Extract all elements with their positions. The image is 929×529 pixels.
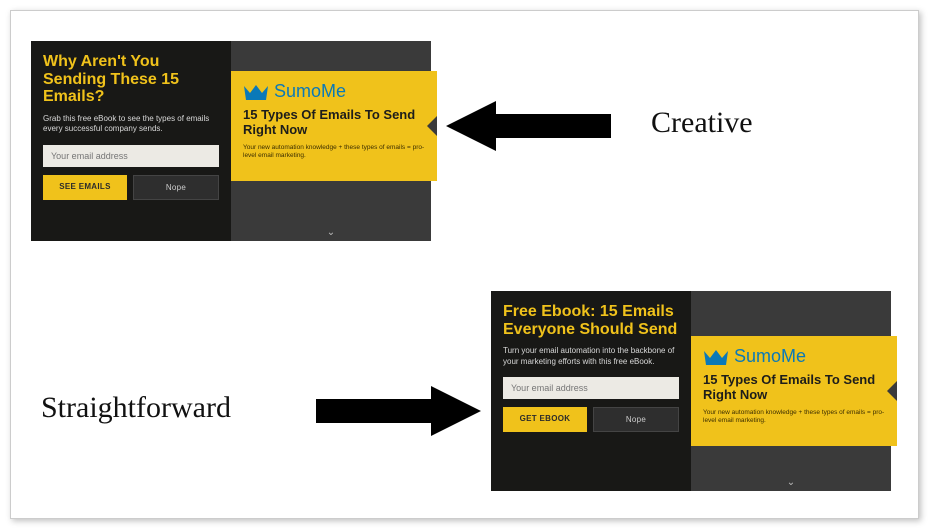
popup-creative: Why Aren't You Sending These 15 Emails? … — [31, 41, 431, 241]
subtext: Grab this free eBook to see the types of… — [43, 114, 219, 135]
popup-right-panel: SumoMe 15 Types Of Emails To Send Right … — [231, 41, 431, 241]
ribbon-title: 15 Types Of Emails To Send Right Now — [703, 373, 885, 403]
ribbon: SumoMe 15 Types Of Emails To Send Right … — [691, 336, 897, 446]
ribbon-sub: Your new automation knowledge + these ty… — [703, 409, 885, 426]
ribbon: SumoMe 15 Types Of Emails To Send Right … — [231, 71, 437, 181]
logo: SumoMe — [243, 81, 425, 102]
primary-button[interactable]: SEE EMAILS — [43, 175, 127, 200]
secondary-button[interactable]: Nope — [133, 175, 219, 200]
headline: Why Aren't You Sending These 15 Emails? — [43, 53, 219, 106]
document-frame: Why Aren't You Sending These 15 Emails? … — [10, 10, 919, 519]
secondary-button[interactable]: Nope — [593, 407, 679, 432]
popup-left-panel: Free Ebook: 15 Emails Everyone Should Se… — [491, 291, 691, 491]
email-input[interactable] — [43, 145, 219, 167]
logo: SumoMe — [703, 346, 885, 367]
subtext: Turn your email automation into the back… — [503, 346, 679, 367]
chevron-down-icon: ⌄ — [327, 227, 335, 238]
logo-text: SumoMe — [734, 346, 806, 367]
popup-right-panel: SumoMe 15 Types Of Emails To Send Right … — [691, 291, 891, 491]
arrow-right-icon — [316, 381, 481, 441]
chevron-down-icon: ⌄ — [787, 477, 795, 488]
crown-icon — [703, 348, 729, 366]
popup-left-panel: Why Aren't You Sending These 15 Emails? … — [31, 41, 231, 241]
popup-straightforward: Free Ebook: 15 Emails Everyone Should Se… — [491, 291, 891, 491]
label-straightforward: Straightforward — [41, 391, 231, 425]
logo-text: SumoMe — [274, 81, 346, 102]
label-creative: Creative — [651, 106, 753, 140]
arrow-left-icon — [446, 96, 611, 156]
button-row: SEE EMAILS Nope — [43, 175, 219, 200]
headline: Free Ebook: 15 Emails Everyone Should Se… — [503, 303, 679, 338]
button-row: GET EBOOK Nope — [503, 407, 679, 432]
email-input[interactable] — [503, 377, 679, 399]
ribbon-title: 15 Types Of Emails To Send Right Now — [243, 108, 425, 138]
primary-button[interactable]: GET EBOOK — [503, 407, 587, 432]
ribbon-sub: Your new automation knowledge + these ty… — [243, 144, 425, 161]
crown-icon — [243, 83, 269, 101]
